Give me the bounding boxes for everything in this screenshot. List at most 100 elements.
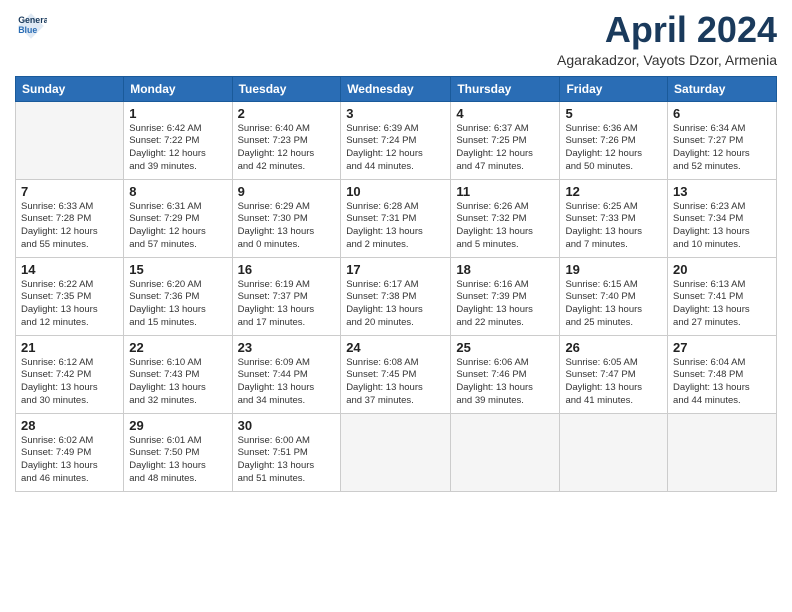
day-number: 9 [238, 184, 336, 199]
sunrise-text: Sunrise: 6:01 AM [129, 435, 226, 448]
daylight-text2: and 50 minutes. [565, 161, 662, 174]
day-number: 19 [565, 262, 662, 277]
daylight-text2: and 52 minutes. [673, 161, 771, 174]
table-row: 14 Sunrise: 6:22 AM Sunset: 7:35 PM Dayl… [16, 257, 124, 335]
sunset-text: Sunset: 7:51 PM [238, 447, 336, 460]
sunrise-text: Sunrise: 6:10 AM [129, 357, 226, 370]
month-title: April 2024 [557, 10, 777, 50]
sunrise-text: Sunrise: 6:42 AM [129, 123, 226, 136]
daylight-text: Daylight: 12 hours [673, 148, 771, 161]
table-row: 28 Sunrise: 6:02 AM Sunset: 7:49 PM Dayl… [16, 413, 124, 491]
daylight-text: Daylight: 13 hours [346, 304, 445, 317]
daylight-text: Daylight: 12 hours [346, 148, 445, 161]
daylight-text: Daylight: 13 hours [238, 460, 336, 473]
daylight-text2: and 44 minutes. [673, 395, 771, 408]
sunset-text: Sunset: 7:38 PM [346, 291, 445, 304]
day-number: 7 [21, 184, 118, 199]
sunrise-text: Sunrise: 6:04 AM [673, 357, 771, 370]
daylight-text: Daylight: 13 hours [673, 382, 771, 395]
table-row: 24 Sunrise: 6:08 AM Sunset: 7:45 PM Dayl… [341, 335, 451, 413]
day-number: 11 [456, 184, 554, 199]
daylight-text2: and 30 minutes. [21, 395, 118, 408]
sunrise-text: Sunrise: 6:19 AM [238, 279, 336, 292]
sunrise-text: Sunrise: 6:28 AM [346, 201, 445, 214]
sunset-text: Sunset: 7:37 PM [238, 291, 336, 304]
daylight-text2: and 44 minutes. [346, 161, 445, 174]
header-saturday: Saturday [668, 76, 777, 101]
sunrise-text: Sunrise: 6:13 AM [673, 279, 771, 292]
calendar-table: Sunday Monday Tuesday Wednesday Thursday… [15, 76, 777, 492]
calendar-row: 28 Sunrise: 6:02 AM Sunset: 7:49 PM Dayl… [16, 413, 777, 491]
table-row: 12 Sunrise: 6:25 AM Sunset: 7:33 PM Dayl… [560, 179, 668, 257]
table-row: 11 Sunrise: 6:26 AM Sunset: 7:32 PM Dayl… [451, 179, 560, 257]
table-row [560, 413, 668, 491]
location: Agarakadzor, Vayots Dzor, Armenia [557, 52, 777, 68]
table-row: 13 Sunrise: 6:23 AM Sunset: 7:34 PM Dayl… [668, 179, 777, 257]
daylight-text: Daylight: 12 hours [21, 226, 118, 239]
day-number: 13 [673, 184, 771, 199]
calendar-row: 21 Sunrise: 6:12 AM Sunset: 7:42 PM Dayl… [16, 335, 777, 413]
day-number: 3 [346, 106, 445, 121]
sunset-text: Sunset: 7:49 PM [21, 447, 118, 460]
table-row: 9 Sunrise: 6:29 AM Sunset: 7:30 PM Dayli… [232, 179, 341, 257]
sunrise-text: Sunrise: 6:02 AM [21, 435, 118, 448]
header-friday: Friday [560, 76, 668, 101]
daylight-text2: and 7 minutes. [565, 239, 662, 252]
table-row: 18 Sunrise: 6:16 AM Sunset: 7:39 PM Dayl… [451, 257, 560, 335]
daylight-text2: and 47 minutes. [456, 161, 554, 174]
daylight-text: Daylight: 12 hours [456, 148, 554, 161]
table-row: 16 Sunrise: 6:19 AM Sunset: 7:37 PM Dayl… [232, 257, 341, 335]
daylight-text: Daylight: 13 hours [238, 382, 336, 395]
sunrise-text: Sunrise: 6:39 AM [346, 123, 445, 136]
sunset-text: Sunset: 7:33 PM [565, 213, 662, 226]
table-row: 30 Sunrise: 6:00 AM Sunset: 7:51 PM Dayl… [232, 413, 341, 491]
table-row: 20 Sunrise: 6:13 AM Sunset: 7:41 PM Dayl… [668, 257, 777, 335]
sunset-text: Sunset: 7:27 PM [673, 135, 771, 148]
daylight-text2: and 27 minutes. [673, 317, 771, 330]
sunrise-text: Sunrise: 6:16 AM [456, 279, 554, 292]
sunset-text: Sunset: 7:31 PM [346, 213, 445, 226]
sunset-text: Sunset: 7:44 PM [238, 369, 336, 382]
daylight-text2: and 15 minutes. [129, 317, 226, 330]
day-number: 29 [129, 418, 226, 433]
sunset-text: Sunset: 7:22 PM [129, 135, 226, 148]
daylight-text2: and 0 minutes. [238, 239, 336, 252]
day-number: 2 [238, 106, 336, 121]
day-number: 16 [238, 262, 336, 277]
day-number: 4 [456, 106, 554, 121]
daylight-text: Daylight: 13 hours [129, 304, 226, 317]
page: General Blue April 2024 Agarakadzor, Vay… [0, 0, 792, 612]
calendar-row: 14 Sunrise: 6:22 AM Sunset: 7:35 PM Dayl… [16, 257, 777, 335]
header: General Blue April 2024 Agarakadzor, Vay… [15, 10, 777, 68]
table-row [16, 101, 124, 179]
sunset-text: Sunset: 7:40 PM [565, 291, 662, 304]
logo-icon: General Blue [15, 10, 47, 42]
day-number: 12 [565, 184, 662, 199]
daylight-text: Daylight: 13 hours [565, 382, 662, 395]
sunset-text: Sunset: 7:28 PM [21, 213, 118, 226]
sunrise-text: Sunrise: 6:40 AM [238, 123, 336, 136]
sunrise-text: Sunrise: 6:37 AM [456, 123, 554, 136]
daylight-text2: and 20 minutes. [346, 317, 445, 330]
day-number: 30 [238, 418, 336, 433]
calendar-row: 1 Sunrise: 6:42 AM Sunset: 7:22 PM Dayli… [16, 101, 777, 179]
day-number: 21 [21, 340, 118, 355]
daylight-text2: and 51 minutes. [238, 473, 336, 486]
sunrise-text: Sunrise: 6:17 AM [346, 279, 445, 292]
sunset-text: Sunset: 7:32 PM [456, 213, 554, 226]
sunset-text: Sunset: 7:24 PM [346, 135, 445, 148]
day-number: 24 [346, 340, 445, 355]
daylight-text: Daylight: 13 hours [565, 226, 662, 239]
sunset-text: Sunset: 7:35 PM [21, 291, 118, 304]
daylight-text: Daylight: 13 hours [129, 382, 226, 395]
sunrise-text: Sunrise: 6:05 AM [565, 357, 662, 370]
sunset-text: Sunset: 7:48 PM [673, 369, 771, 382]
day-number: 15 [129, 262, 226, 277]
table-row: 5 Sunrise: 6:36 AM Sunset: 7:26 PM Dayli… [560, 101, 668, 179]
sunrise-text: Sunrise: 6:15 AM [565, 279, 662, 292]
table-row [341, 413, 451, 491]
daylight-text2: and 39 minutes. [456, 395, 554, 408]
table-row: 22 Sunrise: 6:10 AM Sunset: 7:43 PM Dayl… [124, 335, 232, 413]
calendar-row: 7 Sunrise: 6:33 AM Sunset: 7:28 PM Dayli… [16, 179, 777, 257]
table-row [668, 413, 777, 491]
